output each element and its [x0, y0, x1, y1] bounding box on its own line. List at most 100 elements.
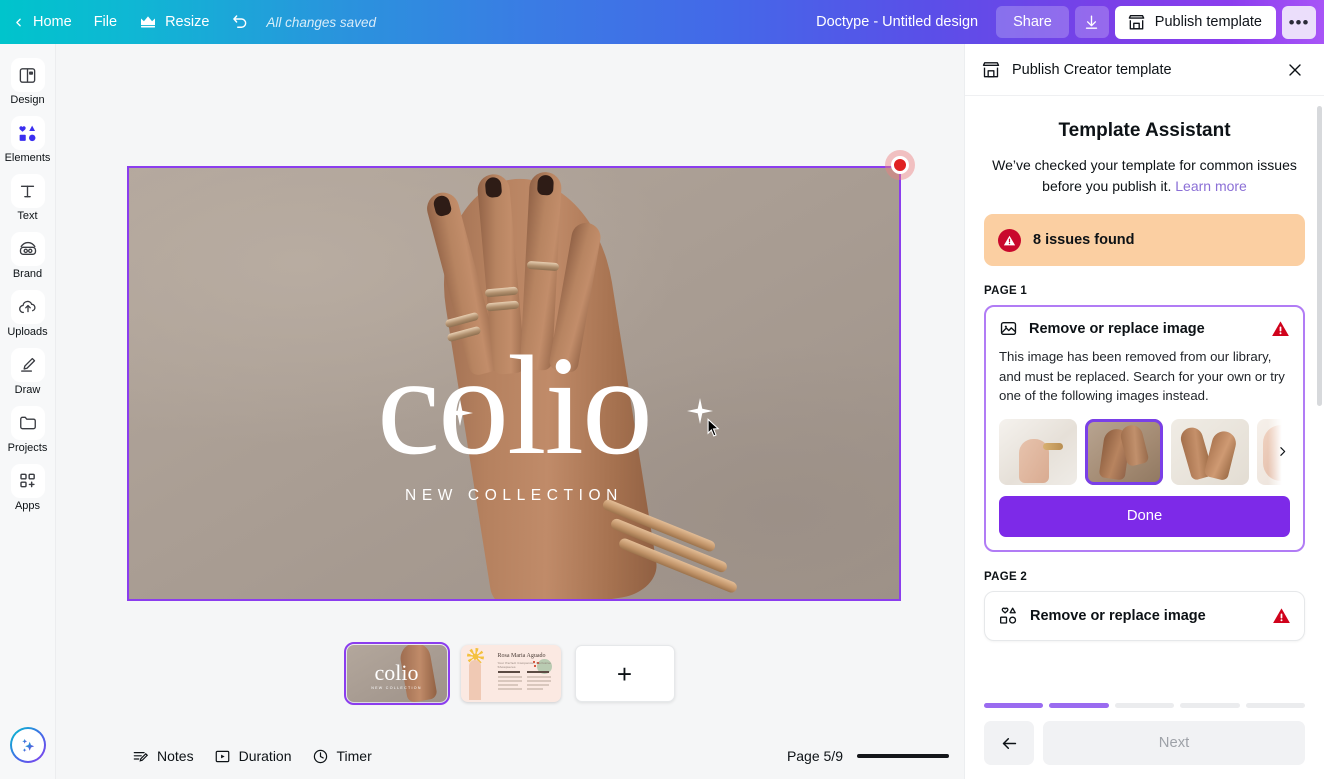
- crown-icon: [141, 16, 156, 28]
- apps-icon: [10, 464, 45, 498]
- save-status: All changes saved: [260, 6, 387, 38]
- back-button[interactable]: [984, 721, 1034, 765]
- sidebar-label-projects: Projects: [7, 442, 48, 454]
- editor-area: colio NEW COLLECTION colio NEW COLLECTIO…: [56, 44, 965, 779]
- notes-label: Notes: [157, 748, 194, 764]
- document-title: Doctype - Untitled design: [816, 14, 979, 30]
- download-button[interactable]: [1074, 6, 1109, 38]
- duration-button[interactable]: Duration: [204, 740, 302, 772]
- issue-card-header: Remove or replace image: [999, 319, 1290, 338]
- panel-close-button[interactable]: [1280, 55, 1310, 85]
- thumbnail-logo-text: colio: [374, 660, 419, 685]
- page-thumbnail-1[interactable]: colio NEW COLLECTION: [343, 642, 450, 705]
- sidebar-item-uploads[interactable]: Uploads: [2, 288, 54, 344]
- sidebar-item-brand[interactable]: Brand: [2, 230, 54, 286]
- thumbnail-name-text: Rosa Maria Aguado: [497, 653, 546, 659]
- sidebar-item-apps[interactable]: Apps: [2, 462, 54, 518]
- more-options-button[interactable]: •••: [1282, 5, 1316, 39]
- selection-marker-dot[interactable]: [885, 150, 915, 180]
- suggestion-white-sleeve-bracelet[interactable]: [999, 418, 1077, 485]
- file-label: File: [93, 14, 118, 30]
- progress-segment: [1049, 703, 1109, 708]
- progress-segment: [1245, 703, 1306, 708]
- storefront-icon: [982, 61, 1000, 77]
- undo-button[interactable]: [220, 6, 260, 38]
- progress-segment: [1180, 703, 1240, 708]
- design-canvas[interactable]: colio NEW COLLECTION: [127, 166, 901, 601]
- chevron-left-icon: [16, 18, 21, 26]
- publish-template-button[interactable]: Publish template: [1114, 5, 1276, 39]
- issues-found-banner: 8 issues found: [984, 214, 1305, 266]
- uploads-icon: [10, 290, 45, 324]
- home-button[interactable]: Home: [6, 6, 83, 38]
- panel-body: Template Assistant We’ve checked your te…: [965, 96, 1324, 693]
- page-counter: Page 5/9: [786, 748, 843, 764]
- sidebar-item-design[interactable]: Design: [2, 56, 54, 112]
- more-options-label: •••: [1288, 12, 1310, 32]
- text-icon: [10, 174, 45, 208]
- learn-more-link[interactable]: Learn more: [1175, 178, 1247, 194]
- warning-icon: [1272, 321, 1289, 336]
- timer-icon: [313, 749, 327, 763]
- sidebar-label-elements: Elements: [4, 152, 51, 164]
- sidebar-label-brand: Brand: [12, 268, 43, 280]
- panel-header: Publish Creator template: [965, 44, 1324, 96]
- image-icon: [1000, 321, 1017, 336]
- progress-segment: [984, 703, 1044, 708]
- chevron-right-icon: [1280, 447, 1286, 456]
- page-2-label: PAGE 2: [984, 570, 1028, 583]
- done-button[interactable]: Done: [999, 495, 1290, 537]
- warning-icon: [998, 228, 1021, 252]
- suggestion-hands-bracelet[interactable]: [1171, 418, 1249, 485]
- issue-card-page-2[interactable]: Remove or replace image: [984, 590, 1305, 641]
- issue-card-page-1[interactable]: Remove or replace image This image has b…: [984, 305, 1305, 552]
- top-toolbar: Home File Resize All changes saved Docty…: [0, 0, 1324, 44]
- shapes-icon: [1000, 607, 1017, 624]
- download-icon: [1086, 14, 1098, 29]
- thumbnail-role-text: Your Perfect Companion. Exclusive Showpi…: [497, 661, 552, 669]
- add-page-button[interactable]: +: [574, 645, 675, 702]
- sidebar-item-projects[interactable]: Projects: [2, 404, 54, 460]
- elements-icon: [10, 116, 45, 150]
- notes-button[interactable]: Notes: [122, 740, 204, 772]
- panel-footer: Next: [965, 693, 1324, 779]
- sparkles-icon: [21, 738, 34, 752]
- page-thumbnail-2[interactable]: Rosa Maria Aguado Your Perfect Companion…: [460, 645, 561, 702]
- home-label: Home: [33, 14, 72, 30]
- suggestion-two-hands-rings[interactable]: [1085, 418, 1163, 485]
- file-menu-button[interactable]: File: [83, 6, 128, 38]
- suggestions-next-button[interactable]: [1268, 418, 1290, 485]
- top-toolbar-right: Doctype - Untitled design Share Publish …: [804, 0, 1324, 44]
- next-button[interactable]: Next: [1043, 721, 1305, 765]
- thumbnail-subtitle-text: NEW COLLECTION: [371, 686, 422, 690]
- hand-photo: [129, 168, 899, 599]
- suggested-images-row: [999, 418, 1290, 485]
- magic-studio-button[interactable]: [10, 727, 46, 763]
- projects-icon: [10, 406, 45, 440]
- sidebar-label-design: Design: [10, 94, 45, 106]
- canva-editor-window: Home File Resize All changes saved Docty…: [0, 0, 1324, 779]
- top-toolbar-left: Home File Resize All changes saved: [0, 0, 387, 44]
- sidebar-item-draw[interactable]: Draw: [2, 346, 54, 402]
- resize-label: Resize: [165, 14, 210, 30]
- assistant-description: We’ve checked your template for common i…: [984, 155, 1305, 197]
- close-icon: [1289, 63, 1301, 76]
- share-button[interactable]: Share: [996, 6, 1069, 38]
- bottom-toolbar-right: Page 5/9: [787, 748, 949, 764]
- notes-icon: [133, 751, 149, 762]
- timer-button[interactable]: Timer: [302, 740, 382, 772]
- sidebar-item-text[interactable]: Text: [2, 172, 54, 228]
- publish-panel: Publish Creator template Template Assist…: [965, 44, 1324, 779]
- panel-scrollbar[interactable]: [1317, 106, 1322, 406]
- add-page-label: +: [616, 658, 633, 689]
- zoom-slider[interactable]: [857, 754, 949, 758]
- bottom-toolbar: Notes Duration Timer Page 5/9: [56, 733, 965, 779]
- resize-button[interactable]: Resize: [128, 6, 220, 38]
- save-status-label: All changes saved: [266, 14, 376, 30]
- progress-indicator: [984, 693, 1306, 721]
- duration-label: Duration: [238, 748, 292, 764]
- sidebar-item-elements[interactable]: Elements: [2, 114, 54, 170]
- page-thumbnail-strip: colio NEW COLLECTION Rosa Maria Aguado Y…: [56, 642, 965, 705]
- footer-buttons: Next: [984, 721, 1305, 765]
- undo-icon: [233, 15, 247, 28]
